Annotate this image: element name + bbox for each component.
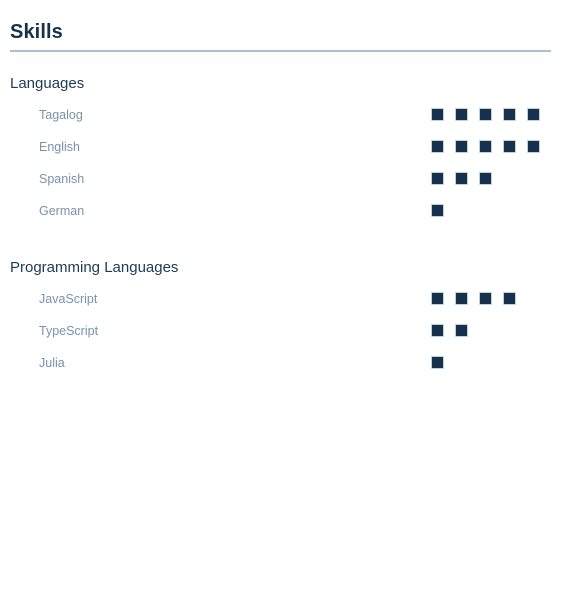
skill-row: English	[10, 132, 551, 164]
skill-rating-meter	[431, 292, 516, 305]
skill-row: Tagalog	[10, 100, 551, 132]
skill-row: Spanish	[10, 164, 551, 196]
title-divider	[10, 50, 551, 52]
rating-pip-filled	[431, 172, 444, 185]
rating-pip-filled	[455, 292, 468, 305]
rating-pip-filled	[455, 140, 468, 153]
skill-name: German	[39, 204, 85, 218]
rating-pip-filled	[503, 140, 516, 153]
skill-name: TypeScript	[39, 324, 99, 338]
rating-pip-filled	[503, 292, 516, 305]
skill-row: JavaScript	[10, 284, 551, 316]
rating-pip-filled	[479, 172, 492, 185]
rating-pip-filled	[479, 140, 492, 153]
rating-pip-filled	[455, 324, 468, 337]
rating-pip-filled	[527, 108, 540, 121]
rating-pip-filled	[527, 140, 540, 153]
skill-rating-meter	[431, 204, 444, 217]
section-heading: Programming Languages	[10, 259, 179, 276]
skill-name: JavaScript	[39, 292, 98, 306]
skill-row: German	[10, 196, 551, 228]
rating-pip-filled	[431, 324, 444, 337]
skill-name: Spanish	[39, 172, 85, 186]
rating-pip-filled	[431, 204, 444, 217]
skill-rating-meter	[431, 172, 492, 185]
section-heading: Languages	[10, 75, 85, 92]
page-title: Skills	[10, 21, 63, 43]
rating-pip-filled	[455, 108, 468, 121]
rating-pip-filled	[455, 172, 468, 185]
rating-pip-filled	[431, 356, 444, 369]
rating-pip-filled	[431, 108, 444, 121]
rating-pip-filled	[479, 108, 492, 121]
skill-name: Tagalog	[39, 108, 83, 122]
rating-pip-filled	[431, 140, 444, 153]
skill-rating-meter	[431, 108, 540, 121]
rating-pip-filled	[503, 108, 516, 121]
skill-rating-meter	[431, 356, 444, 369]
section-languages: Languages Tagalog English Spanish German	[10, 74, 551, 228]
skills-page: Skills Languages Tagalog English Spanish…	[0, 0, 561, 594]
rating-pip-filled	[431, 292, 444, 305]
skill-name: Julia	[39, 356, 65, 370]
skill-row: TypeScript	[10, 316, 551, 348]
skill-rating-meter	[431, 324, 468, 337]
skill-name: English	[39, 140, 80, 154]
skill-rating-meter	[431, 140, 540, 153]
section-programming-languages: Programming Languages JavaScript TypeScr…	[10, 258, 551, 380]
skill-row: Julia	[10, 348, 551, 380]
rating-pip-filled	[479, 292, 492, 305]
